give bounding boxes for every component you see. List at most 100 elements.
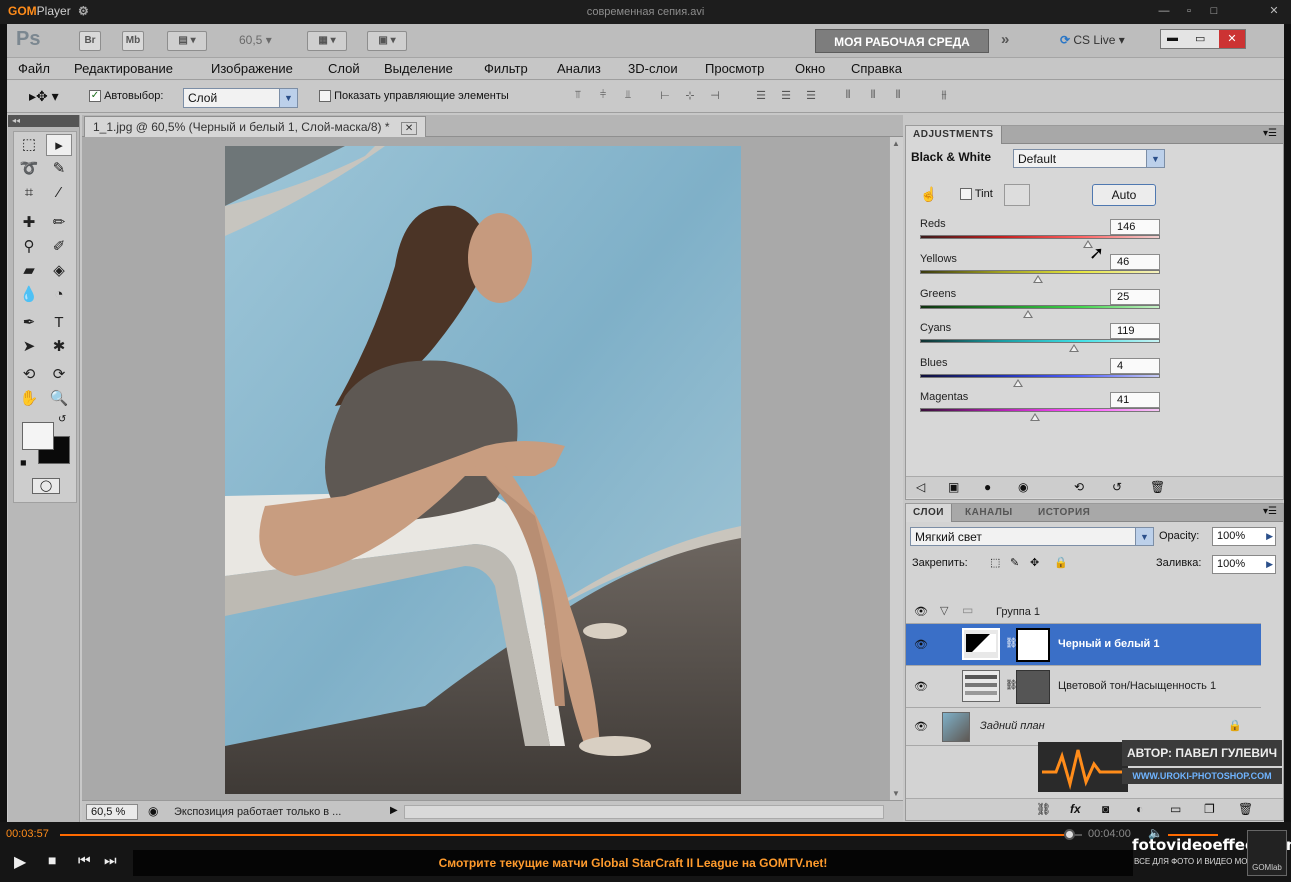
slider-thumb[interactable] xyxy=(1013,379,1024,387)
paint-bucket-icon[interactable]: ◈ xyxy=(46,260,72,282)
move-tool-preset-icon[interactable]: ▸✥ ▾ xyxy=(29,88,59,105)
trash-icon[interactable]: 🗑 xyxy=(1150,480,1165,494)
document-tab[interactable]: 1_1.jpg @ 60,5% (Черный и белый 1, Слой-… xyxy=(84,116,427,137)
tab-adjustments[interactable]: ADJUSTMENTS xyxy=(906,126,1002,144)
layer-name[interactable]: Цветовой тон/Насыщенность 1 xyxy=(1058,680,1216,692)
clone-stamp-icon[interactable]: ⚲ xyxy=(16,236,42,258)
slider-track[interactable] xyxy=(920,339,1160,343)
swap-colors-icon[interactable]: ↺ xyxy=(58,414,66,425)
path-selection-icon[interactable]: ➤ xyxy=(16,336,42,358)
new-group-icon[interactable]: ▭ xyxy=(1170,802,1181,816)
lock-all-icon[interactable]: 🔒 xyxy=(1054,556,1068,569)
marquee-tool-icon[interactable]: ⬚ xyxy=(16,134,42,156)
trash-icon[interactable]: 🗑 xyxy=(1238,802,1253,816)
seek-bar[interactable] xyxy=(60,834,1070,836)
menu-image[interactable]: Изображение xyxy=(211,61,293,76)
distribute-vcenter-icon[interactable]: ☰ xyxy=(778,89,794,105)
slider-value[interactable]: 46 xyxy=(1110,254,1160,270)
view-extras-button[interactable]: ▤ ▾ xyxy=(167,31,207,51)
custom-shape-icon[interactable]: ✱ xyxy=(46,336,72,358)
slider-track[interactable] xyxy=(920,374,1160,378)
distribute-top-icon[interactable]: ☰ xyxy=(753,89,769,105)
menu-file[interactable]: Файл xyxy=(18,61,50,76)
slider-value[interactable]: 4 xyxy=(1110,358,1160,374)
tint-checkbox[interactable]: Tint xyxy=(960,188,993,201)
previous-state-icon[interactable]: ⟲ xyxy=(1074,480,1084,494)
seek-handle[interactable] xyxy=(1063,829,1075,840)
lasso-tool-icon[interactable]: ➰ xyxy=(16,158,42,180)
eraser-tool-icon[interactable]: ▰ xyxy=(16,260,42,282)
tab-history[interactable]: ИСТОРИЯ xyxy=(1031,504,1097,522)
targeted-adjustment-icon[interactable]: ☝ xyxy=(920,186,937,203)
align-hcenter-icon[interactable]: ⊹ xyxy=(682,89,698,105)
distribute-right-icon[interactable]: ⫴ xyxy=(890,89,906,105)
menu-edit[interactable]: Редактирование xyxy=(74,61,173,76)
menu-view[interactable]: Просмотр xyxy=(705,61,764,76)
crop-tool-icon[interactable]: ⌗ xyxy=(16,182,42,204)
menu-3d[interactable]: 3D-слои xyxy=(628,61,678,76)
zoom-level[interactable]: 60,5 ▾ xyxy=(239,33,272,47)
slider-magentas[interactable]: Magentas 41 xyxy=(920,391,1165,425)
tab-channels[interactable]: КАНАЛЫ xyxy=(958,504,1020,522)
slider-thumb[interactable] xyxy=(1030,413,1041,421)
layer-name[interactable]: Черный и белый 1 xyxy=(1058,638,1159,650)
menu-window[interactable]: Окно xyxy=(795,61,825,76)
new-adjustment-icon[interactable]: ◐ xyxy=(1136,802,1143,816)
slider-value[interactable]: 25 xyxy=(1110,289,1160,305)
brush-tool-icon[interactable]: ✏ xyxy=(46,212,72,234)
screen-mode-button[interactable]: ▣ ▾ xyxy=(367,31,407,51)
eye-icon[interactable]: 👁 xyxy=(912,638,930,652)
status-zoom-field[interactable]: 60,5 % xyxy=(86,804,138,820)
new-layer-icon[interactable]: ❐ xyxy=(1204,802,1215,816)
back-icon[interactable]: ◁ xyxy=(916,480,925,494)
eyedropper-tool-icon[interactable]: ⁄ xyxy=(46,182,72,204)
type-tool-icon[interactable]: T xyxy=(46,312,72,334)
panel-menu-icon[interactable]: ▾☰ xyxy=(1263,128,1277,139)
fill-field[interactable]: 100% ▶ xyxy=(1212,555,1276,574)
chevron-right-icon[interactable]: » xyxy=(1001,31,1009,48)
doc-close-icon[interactable]: ✕ xyxy=(1219,30,1245,48)
slider-reds[interactable]: Reds 146 xyxy=(920,218,1165,252)
healing-brush-icon[interactable]: ✚ xyxy=(16,212,42,234)
slider-yellows[interactable]: Yellows 46 xyxy=(920,253,1165,287)
slider-track[interactable] xyxy=(920,408,1160,412)
add-mask-icon[interactable]: ◙ xyxy=(1102,802,1109,816)
distribute-left-icon[interactable]: ⫴ xyxy=(840,89,856,105)
slider-thumb[interactable] xyxy=(1032,275,1043,283)
adjustment-thumbnail[interactable] xyxy=(962,670,1000,702)
group-expand-icon[interactable]: ▽ xyxy=(940,604,948,617)
adjustment-thumbnail[interactable] xyxy=(962,628,1000,660)
layer-mask-thumbnail[interactable] xyxy=(1016,628,1050,662)
align-left-icon[interactable]: ⊢ xyxy=(657,89,673,105)
tint-color-swatch[interactable] xyxy=(1004,184,1030,206)
layer-thumbnail[interactable] xyxy=(942,712,970,742)
reset-icon[interactable]: ↺ xyxy=(1112,480,1122,494)
layer-hue-row[interactable]: 👁 ⛓ Цветовой тон/Насыщенность 1 xyxy=(906,666,1261,708)
restore-icon[interactable]: ▫ xyxy=(1181,4,1197,18)
menu-help[interactable]: Справка xyxy=(851,61,902,76)
lock-image-icon[interactable]: ✎ xyxy=(1010,556,1019,569)
minibridge-button[interactable]: Mb xyxy=(122,31,144,51)
autoselect-dropdown[interactable]: Слой ▼ xyxy=(183,88,298,108)
auto-align-icon[interactable]: ⫵ xyxy=(936,89,952,105)
workspace-button[interactable]: МОЯ РАБОЧАЯ СРЕДА xyxy=(815,29,989,53)
stop-icon[interactable]: ■ xyxy=(48,852,56,868)
minimize-icon[interactable]: — xyxy=(1156,4,1172,18)
menu-filter[interactable]: Фильтр xyxy=(484,61,528,76)
menu-analysis[interactable]: Анализ xyxy=(557,61,601,76)
distribute-hcenter-icon[interactable]: ⫴ xyxy=(865,89,881,105)
maximize-icon[interactable]: □ xyxy=(1206,4,1222,18)
slider-thumb[interactable] xyxy=(1068,344,1079,352)
eye-icon[interactable]: 👁 xyxy=(912,680,930,694)
slider-cyans[interactable]: Cyans 119 xyxy=(920,322,1165,356)
chevron-right-icon[interactable]: ▶ xyxy=(1266,556,1273,573)
tab-layers[interactable]: СЛОИ xyxy=(906,504,952,522)
opacity-field[interactable]: 100% ▶ xyxy=(1212,527,1276,546)
auto-button[interactable]: Auto xyxy=(1092,184,1156,206)
default-colors-icon[interactable]: ◼ xyxy=(20,458,27,467)
play-icon[interactable]: ▶ xyxy=(14,852,26,872)
slider-value[interactable]: 119 xyxy=(1110,323,1160,339)
zoom-tool-icon[interactable]: 🔍 xyxy=(46,388,72,410)
status-info-icon[interactable]: ◉ xyxy=(148,804,158,818)
scroll-up-icon[interactable]: ▲ xyxy=(892,139,900,148)
